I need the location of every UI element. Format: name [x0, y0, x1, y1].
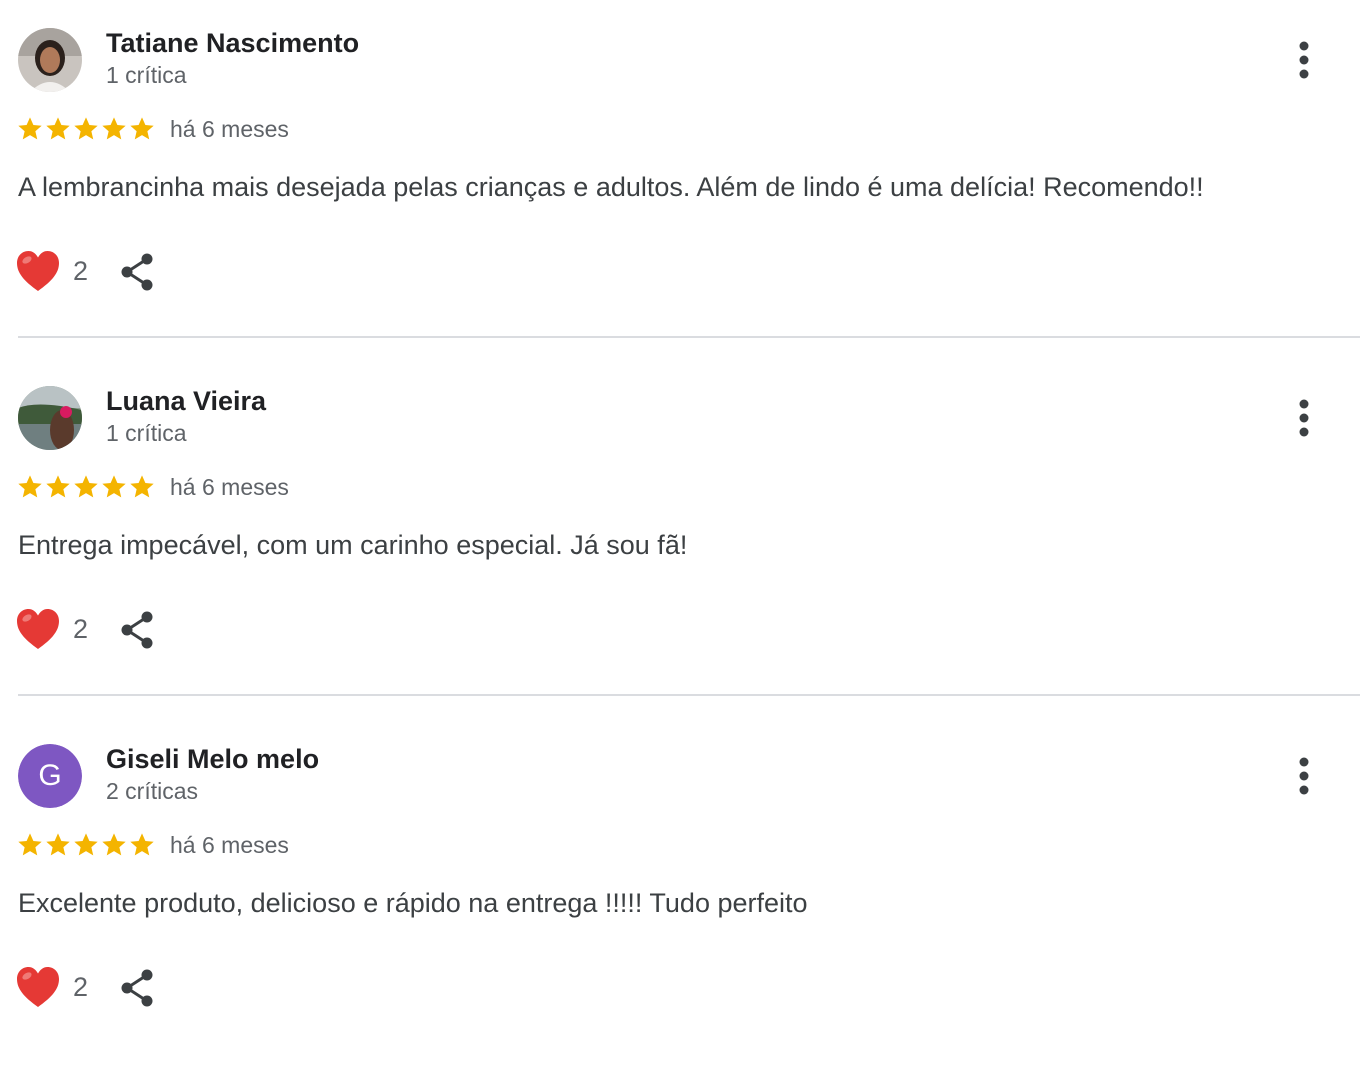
star-icon	[130, 117, 154, 140]
like-button[interactable]	[16, 966, 60, 1010]
star-icon	[46, 475, 70, 498]
share-icon	[121, 253, 153, 291]
reviewer-name[interactable]: Giseli Melo melo	[106, 744, 319, 775]
like-count: 2	[73, 614, 89, 644]
star-icon	[74, 117, 98, 140]
review-time: há 6 meses	[170, 474, 289, 500]
more-vert-icon	[1299, 41, 1309, 79]
more-options-button[interactable]	[1284, 38, 1324, 84]
more-options-button[interactable]	[1284, 396, 1324, 442]
review-time: há 6 meses	[170, 832, 289, 858]
reviewer-review-count: 1 crítica	[106, 62, 187, 88]
more-options-button[interactable]	[1284, 754, 1324, 800]
avatar-initial: G	[18, 744, 82, 808]
star-rating	[16, 472, 156, 504]
star-icon	[130, 833, 154, 856]
review-time: há 6 meses	[170, 116, 289, 142]
avatar[interactable]: G	[18, 744, 82, 808]
avatar-photo	[18, 386, 82, 450]
star-icon	[18, 833, 42, 856]
heart-icon	[17, 967, 59, 1007]
more-vert-icon	[1299, 757, 1309, 795]
star-icon	[102, 475, 126, 498]
share-button[interactable]	[118, 252, 158, 292]
star-icon	[102, 833, 126, 856]
star-icon	[18, 117, 42, 140]
review-card: Tatiane Nascimento 1 crítica há 6 meses …	[0, 0, 1366, 358]
review-card: G Giseli Melo melo 2 críticas há 6 meses…	[0, 716, 1366, 1074]
review-card: Luana Vieira 1 crítica há 6 meses Entreg…	[0, 358, 1366, 716]
reviewer-review-count: 2 críticas	[106, 778, 199, 804]
like-count: 2	[73, 256, 89, 286]
avatar-photo	[18, 28, 82, 92]
heart-icon	[17, 609, 59, 649]
heart-icon	[17, 251, 59, 291]
star-icon	[130, 475, 154, 498]
avatar[interactable]	[18, 28, 82, 92]
like-count: 2	[73, 972, 89, 1002]
like-button[interactable]	[16, 250, 60, 294]
reviewer-review-count: 1 crítica	[106, 420, 187, 446]
star-icon	[46, 833, 70, 856]
more-vert-icon	[1299, 399, 1309, 437]
review-text: Excelente produto, delicioso e rápido na…	[18, 888, 808, 918]
divider	[18, 694, 1360, 696]
star-rating	[16, 830, 156, 862]
share-button[interactable]	[118, 610, 158, 650]
star-icon	[74, 833, 98, 856]
reviewer-name[interactable]: Luana Vieira	[106, 386, 266, 417]
star-icon	[18, 475, 42, 498]
star-icon	[46, 117, 70, 140]
like-button[interactable]	[16, 608, 60, 652]
star-icon	[74, 475, 98, 498]
review-text: A lembrancinha mais desejada pelas crian…	[18, 172, 1204, 202]
star-icon	[102, 117, 126, 140]
share-icon	[121, 611, 153, 649]
avatar[interactable]	[18, 386, 82, 450]
share-icon	[121, 969, 153, 1007]
star-rating	[16, 114, 156, 146]
divider	[18, 336, 1360, 338]
review-text: Entrega impecável, com um carinho especi…	[18, 530, 688, 560]
share-button[interactable]	[118, 968, 158, 1008]
reviewer-name[interactable]: Tatiane Nascimento	[106, 28, 359, 59]
